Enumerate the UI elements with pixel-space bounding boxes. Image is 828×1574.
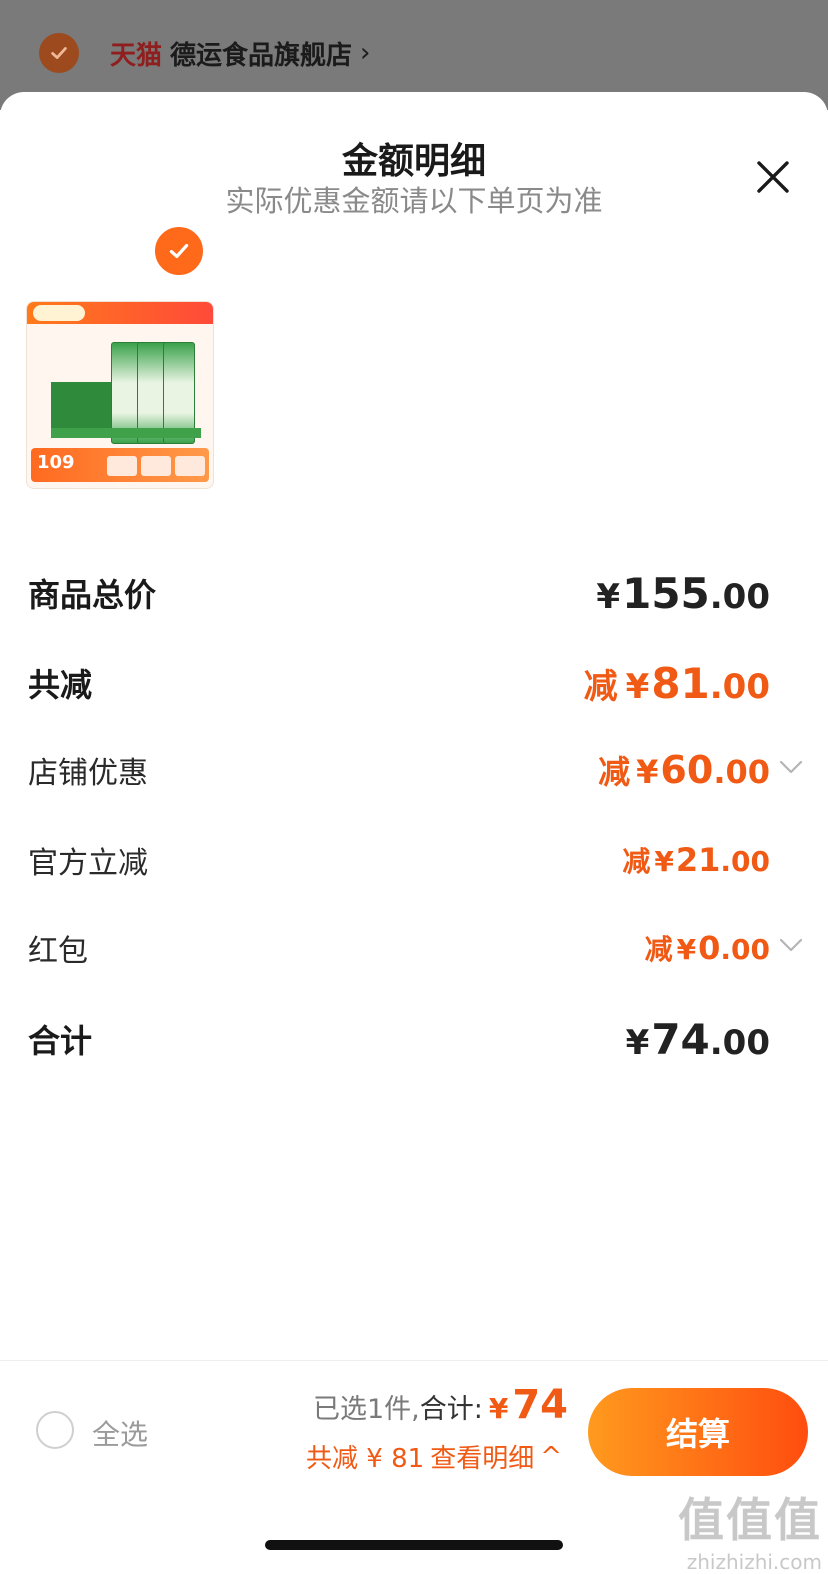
store-checkbox[interactable] bbox=[39, 33, 79, 73]
thumb-price: 109 bbox=[37, 452, 75, 473]
official-reduce-value: 减 ¥ 21 .00 bbox=[622, 840, 770, 880]
row-total-price: 商品总价 ¥ 155 .00 bbox=[28, 568, 770, 618]
thumb-price-chip bbox=[107, 456, 137, 476]
detail-link-text: 查看明细 bbox=[430, 1444, 535, 1474]
row-sum: 合计 ¥ 74 .00 bbox=[28, 1014, 770, 1064]
red-packet-value: 减 ¥ 0 .00 bbox=[645, 928, 770, 968]
reduce-prefix: 减 bbox=[644, 933, 673, 966]
amount-integer: 155 bbox=[622, 568, 710, 618]
select-all-checkbox[interactable] bbox=[36, 1411, 74, 1449]
amount-decimal: .00 bbox=[709, 666, 770, 707]
watermark-logo: 值值值 bbox=[678, 1493, 822, 1547]
product-selected-check[interactable] bbox=[153, 225, 205, 277]
currency-symbol: ¥ bbox=[654, 845, 674, 878]
check-icon bbox=[169, 243, 189, 259]
bottom-divider bbox=[0, 1360, 828, 1361]
sum-value: ¥ 74 .00 bbox=[626, 1015, 770, 1064]
reduce-prefix: 减 bbox=[598, 753, 631, 791]
thumb-price-chip bbox=[175, 456, 205, 476]
store-name: 德运食品旗舰店 bbox=[170, 40, 353, 71]
row-official-reduce: 官方立减 减 ¥ 21 .00 bbox=[28, 838, 770, 882]
select-all-label[interactable]: 全选 bbox=[92, 1413, 148, 1453]
summary-total: 已选1件, 合计: ¥ 74 bbox=[313, 1382, 568, 1428]
checkout-button[interactable]: 结算 bbox=[588, 1388, 808, 1476]
store-discount-value: 减 ¥ 60 .00 bbox=[598, 747, 770, 793]
sheet-subtitle: 实际优惠金额请以下单页为准 bbox=[225, 184, 603, 218]
amount-decimal: .00 bbox=[709, 1022, 770, 1063]
view-detail-link[interactable]: 共减 ¥ 81 查看明细 ^ bbox=[306, 1438, 562, 1475]
chevron-up-icon: ^ bbox=[540, 1441, 562, 1472]
sheet-title: 金额明细 bbox=[341, 141, 486, 182]
row-total-reduce: 共减 减 ¥ 81 .00 bbox=[28, 658, 770, 708]
currency-symbol: ¥ bbox=[676, 933, 697, 966]
amount-decimal: .00 bbox=[709, 576, 770, 617]
promo-badge bbox=[33, 305, 85, 321]
tmall-brand: 天猫 bbox=[110, 40, 163, 71]
close-icon[interactable] bbox=[756, 160, 790, 194]
total-reduce-value: 减 ¥ 81 .00 bbox=[584, 659, 770, 708]
chevron-down-icon[interactable] bbox=[779, 938, 803, 952]
row-red-packet[interactable]: 红包 减 ¥ 0 .00 bbox=[28, 926, 770, 970]
amount-decimal: .00 bbox=[713, 753, 770, 791]
thumb-price-chip bbox=[141, 456, 171, 476]
check-icon bbox=[51, 47, 67, 59]
reduce-prefix: 减 bbox=[583, 666, 618, 707]
home-indicator[interactable] bbox=[265, 1540, 563, 1550]
currency-symbol: ¥ bbox=[625, 666, 650, 707]
thumb-price-strip: 109 bbox=[31, 448, 209, 482]
amount-integer: 60 bbox=[660, 748, 714, 792]
total-amount: 74 bbox=[512, 1382, 568, 1428]
amount-decimal: .00 bbox=[720, 845, 770, 878]
currency-symbol: ¥ bbox=[625, 1022, 650, 1063]
watermark-url: zhizhizhi.com bbox=[686, 1550, 822, 1574]
chevron-down-icon[interactable] bbox=[779, 760, 803, 774]
watermark: 值值值 zhizhizhi.com bbox=[678, 1484, 822, 1574]
selected-count: 已选1件, bbox=[312, 1394, 420, 1425]
currency-symbol: ¥ bbox=[636, 753, 659, 791]
total-price-label: 商品总价 bbox=[28, 576, 157, 614]
store-discount-label: 店铺优惠 bbox=[28, 756, 148, 791]
reduce-prefix: 减 bbox=[622, 845, 651, 878]
store-header[interactable]: 天猫 德运食品旗舰店 › bbox=[110, 30, 370, 76]
amount-integer: 74 bbox=[651, 1014, 710, 1064]
product-thumbnail[interactable]: 109 bbox=[26, 301, 214, 489]
amount-integer: 0 bbox=[698, 929, 721, 967]
amount-decimal: .00 bbox=[720, 933, 770, 966]
row-store-discount[interactable]: 店铺优惠 减 ¥ 60 .00 bbox=[28, 748, 770, 792]
currency-symbol: ¥ bbox=[488, 1392, 509, 1425]
total-reduce-label: 共减 bbox=[28, 666, 93, 704]
official-reduce-label: 官方立减 bbox=[28, 846, 148, 881]
amount-integer: 21 bbox=[675, 841, 721, 879]
sum-label: 合计 bbox=[28, 1022, 93, 1060]
total-price-value: ¥ 155 .00 bbox=[596, 569, 770, 618]
reduce-summary: 共减 ¥ 81 bbox=[306, 1444, 425, 1474]
total-label: 合计: bbox=[419, 1394, 483, 1425]
amount-detail-sheet: 金额明细 实际优惠金额请以下单页为准 109 bbox=[0, 92, 828, 1568]
currency-symbol: ¥ bbox=[596, 576, 621, 617]
chevron-right-icon: › bbox=[360, 38, 371, 68]
amount-integer: 81 bbox=[651, 658, 710, 708]
grass-decoration bbox=[51, 428, 201, 438]
red-packet-label: 红包 bbox=[28, 934, 88, 969]
